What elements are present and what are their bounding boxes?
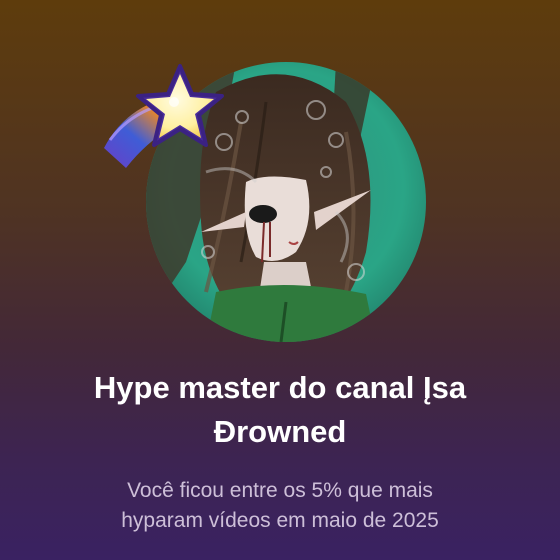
shooting-star-icon bbox=[96, 56, 228, 188]
subtitle-line-2: hyparam vídeos em maio de 2025 bbox=[121, 509, 439, 532]
shooting-star-graphic bbox=[104, 64, 224, 168]
hype-master-title: Hype master do canal Įsa Đrowned bbox=[40, 366, 520, 454]
subtitle-line-1: Você ficou entre os 5% que mais bbox=[127, 479, 433, 502]
hype-master-card: Hype master do canal Įsa Đrowned Você fi… bbox=[0, 0, 560, 560]
hype-master-subtitle: Você ficou entre os 5% que mais hyparam … bbox=[40, 476, 520, 536]
title-line-1: Hype master do canal Įsa bbox=[93, 370, 467, 405]
title-line-2: Đrowned bbox=[213, 414, 347, 449]
